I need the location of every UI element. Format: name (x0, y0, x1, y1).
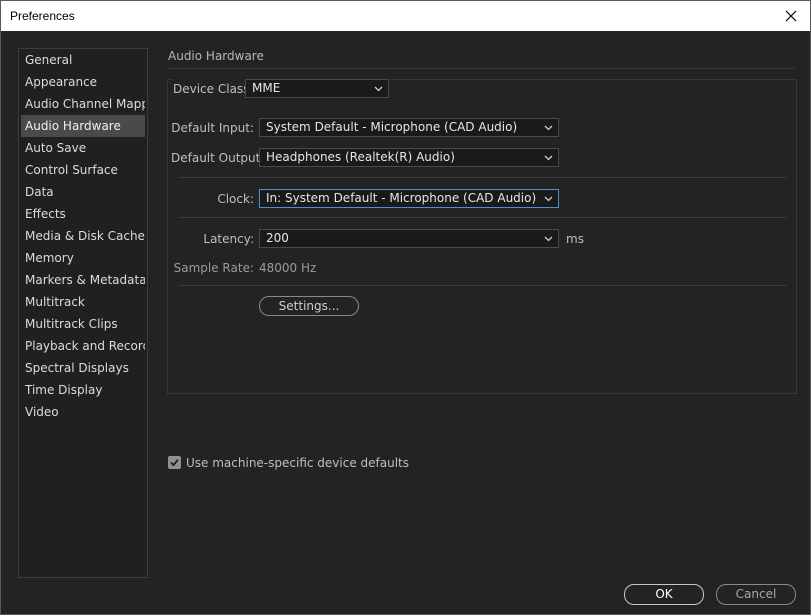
default-output-label: Default Output: (171, 151, 265, 165)
default-input-value: System Default - Microphone (CAD Audio) (266, 120, 518, 134)
clock-value: In: System Default - Microphone (CAD Aud… (266, 191, 537, 205)
chevron-down-icon (544, 196, 553, 202)
sidebar-item-video[interactable]: Video (21, 401, 145, 423)
sidebar-item-time-display[interactable]: Time Display (21, 379, 145, 401)
ok-button[interactable]: OK (624, 584, 704, 605)
use-defaults-checkbox[interactable] (168, 456, 181, 469)
section-divider (168, 68, 795, 69)
device-class-select[interactable]: MME (245, 79, 389, 98)
sidebar-item-effects[interactable]: Effects (21, 203, 145, 225)
sidebar-item-appearance[interactable]: Appearance (21, 71, 145, 93)
default-output-select[interactable]: Headphones (Realtek(R) Audio) (259, 148, 559, 167)
sidebar-item-audio-hardware[interactable]: Audio Hardware (21, 115, 145, 137)
section-title: Audio Hardware (168, 49, 264, 63)
latency-value: 200 (266, 231, 289, 245)
sidebar-item-multitrack[interactable]: Multitrack (21, 291, 145, 313)
sidebar-item-auto-save[interactable]: Auto Save (21, 137, 145, 159)
latency-select[interactable]: 200 (259, 229, 559, 248)
clock-select[interactable]: In: System Default - Microphone (CAD Aud… (259, 189, 559, 208)
sample-rate-value: 48000 Hz (259, 261, 317, 275)
sidebar-item-data[interactable]: Data (21, 181, 145, 203)
group-divider (178, 217, 787, 218)
chevron-down-icon (544, 236, 553, 242)
category-sidebar: General Appearance Audio Channel Mapping… (18, 48, 148, 578)
cancel-button[interactable]: Cancel (716, 584, 796, 605)
latency-label: Latency: (203, 232, 254, 246)
title-bar: Preferences (1, 1, 810, 31)
default-output-value: Headphones (Realtek(R) Audio) (266, 150, 455, 164)
use-defaults-label: Use machine-specific device defaults (186, 456, 409, 470)
chevron-down-icon (374, 86, 383, 92)
close-icon (785, 10, 797, 22)
sidebar-item-control-surface[interactable]: Control Surface (21, 159, 145, 181)
default-input-select[interactable]: System Default - Microphone (CAD Audio) (259, 118, 559, 137)
latency-unit: ms (566, 232, 584, 246)
sample-rate-label: Sample Rate: (173, 261, 254, 275)
sidebar-item-general[interactable]: General (21, 49, 145, 71)
chevron-down-icon (544, 155, 553, 161)
preferences-dialog: Preferences General Appearance Audio Cha… (0, 0, 811, 615)
clock-label: Clock: (217, 192, 254, 206)
settings-button[interactable]: Settings... (259, 296, 359, 316)
group-divider (178, 177, 787, 178)
sidebar-item-audio-channel-mapping[interactable]: Audio Channel Mapping (21, 93, 145, 115)
chevron-down-icon (544, 125, 553, 131)
sidebar-item-memory[interactable]: Memory (21, 247, 145, 269)
sidebar-item-spectral-displays[interactable]: Spectral Displays (21, 357, 145, 379)
device-class-label: Device Class: (173, 82, 254, 96)
window-title: Preferences (10, 9, 75, 23)
sidebar-item-media-disk-cache[interactable]: Media & Disk Cache (21, 225, 145, 247)
checkmark-icon (170, 459, 179, 467)
sidebar-item-playback-recording[interactable]: Playback and Recording (21, 335, 145, 357)
close-button[interactable] (776, 2, 806, 30)
group-divider (178, 285, 787, 286)
sidebar-item-markers-metadata[interactable]: Markers & Metadata (21, 269, 145, 291)
sidebar-item-multitrack-clips[interactable]: Multitrack Clips (21, 313, 145, 335)
device-class-value: MME (252, 81, 281, 95)
default-input-label: Default Input: (171, 121, 254, 135)
